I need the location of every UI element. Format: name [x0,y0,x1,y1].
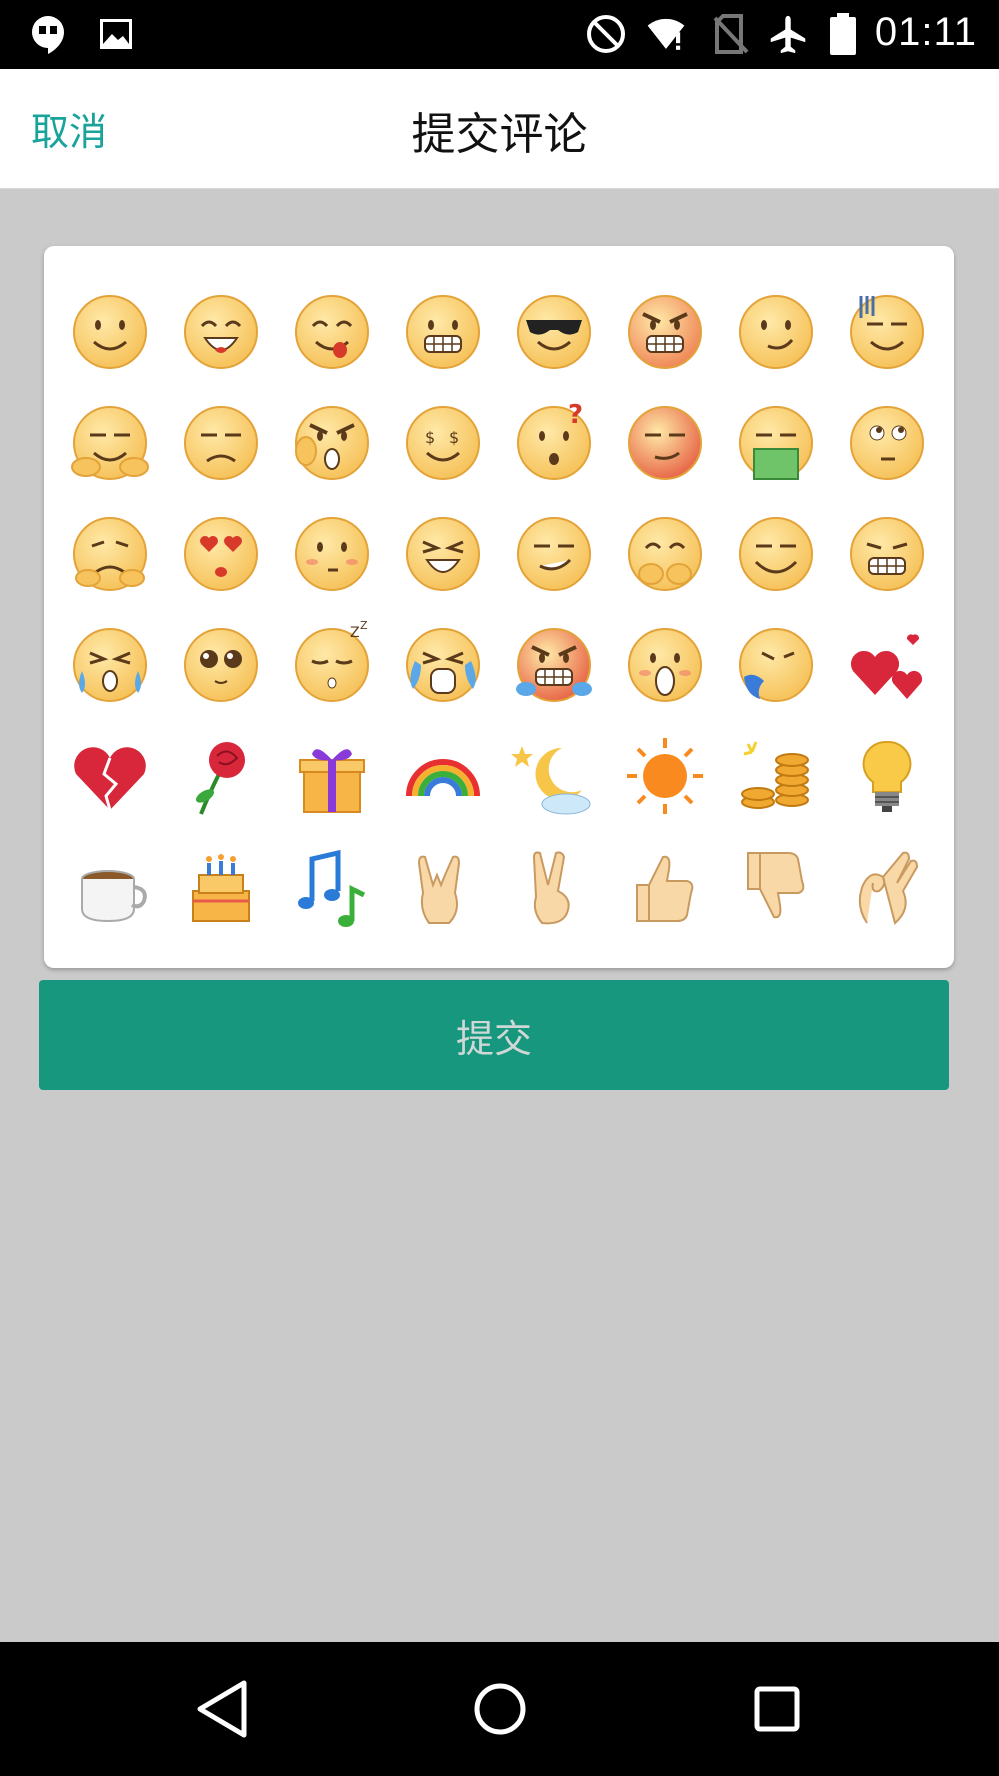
emoji-shocked-open-mouth-icon[interactable] [609,609,720,720]
back-icon[interactable] [182,1672,262,1746]
emoji-hug-sad-icon[interactable] [54,498,165,609]
emoji-vomit-icon[interactable] [720,387,831,498]
emoji-thumbs-up-icon[interactable] [609,831,720,942]
home-icon[interactable] [460,1672,540,1746]
image-icon [96,14,136,54]
emoji-two-hearts-icon[interactable] [831,609,942,720]
emoji-heart-eyes-kiss-icon[interactable] [165,498,276,609]
wifi-alert-icon [646,14,686,54]
emoji-rainbow-icon[interactable] [387,720,498,831]
svg-text:Z: Z [350,625,360,641]
svg-text:?: ? [568,400,583,430]
emoji-broken-heart-icon[interactable] [54,720,165,831]
emoji-furious-steam-icon[interactable] [498,609,609,720]
emoji-thumbs-down-icon[interactable] [720,831,831,942]
emoji-shy-blush-icon[interactable] [276,498,387,609]
airplane-icon [768,14,808,54]
emoji-angry-teeth-icon[interactable] [609,276,720,387]
emoji-panel: $ $? Z Z [44,246,954,968]
no-sim-icon [711,14,751,54]
emoji-confused-question-icon[interactable]: ? [498,387,609,498]
emoji-sleeping-zzz-icon[interactable]: ZZ [276,609,387,720]
emoji-peace-hand-icon[interactable] [498,831,609,942]
page-title: 提交评论 [411,109,588,160]
emoji-coffee-cup-icon[interactable] [54,831,165,942]
emoji-sweat-anxious-icon[interactable] [54,609,165,720]
emoji-cover-mouth-laugh-icon[interactable] [609,498,720,609]
emoji-moon-night-icon[interactable] [498,720,609,831]
emoji-arms-crossed-smug-icon[interactable] [54,387,165,498]
emoji-grid: $ $? Z Z [54,276,942,942]
emoji-content-smile-icon[interactable] [720,498,831,609]
emoji-sweat-drop-sly-icon[interactable] [831,276,942,387]
svg-text:$: $ [425,428,435,447]
recents-icon[interactable] [737,1672,817,1746]
emoji-crying-icon[interactable] [387,609,498,720]
emoji-red-sly-icon[interactable] [609,387,720,498]
submit-button[interactable]: 提交 [39,980,949,1090]
emoji-puppy-eyes-icon[interactable] [165,609,276,720]
emoji-rock-hand-icon[interactable] [387,831,498,942]
emoji-grin-icon[interactable] [165,276,276,387]
emoji-money-eyes-icon[interactable]: $ $ [387,387,498,498]
emoji-music-notes-icon[interactable] [276,831,387,942]
emoji-tongue-icon[interactable] [276,276,387,387]
emoji-ok-hand-icon[interactable] [831,831,942,942]
emoji-big-grin-icon[interactable] [831,498,942,609]
emoji-sun-icon[interactable] [609,720,720,831]
do-not-disturb-icon [586,14,626,54]
emoji-thumb-point-angry-icon[interactable] [276,387,387,498]
svg-text:$: $ [449,428,459,447]
emoji-smirk-icon[interactable] [720,276,831,387]
emoji-cool-sunglasses-icon[interactable] [498,276,609,387]
emoji-light-bulb-icon[interactable] [831,720,942,831]
emoji-puking-blue-icon[interactable] [720,609,831,720]
emoji-eyes-roll-icon[interactable] [831,387,942,498]
hangouts-icon [28,14,68,54]
emoji-smile-icon[interactable] [54,276,165,387]
nav-bar [0,1642,999,1776]
app-header: 取消 提交评论 [0,69,999,189]
emoji-laugh-squint-icon[interactable] [387,498,498,609]
status-clock: 01:11 [874,10,977,54]
svg-text:Z: Z [360,619,368,632]
emoji-grimace-icon[interactable] [387,276,498,387]
emoji-smug-grin-icon[interactable] [498,498,609,609]
emoji-gift-icon[interactable] [276,720,387,831]
battery-icon [823,13,863,55]
emoji-rose-icon[interactable] [165,720,276,831]
emoji-frown-icon[interactable] [165,387,276,498]
status-bar: 01:11 [0,0,999,69]
emoji-coins-icon[interactable] [720,720,831,831]
emoji-birthday-cake-icon[interactable] [165,831,276,942]
